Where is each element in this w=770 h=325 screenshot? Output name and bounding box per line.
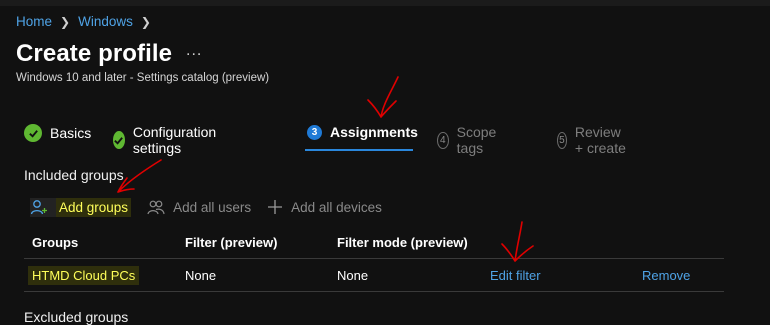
page-subtitle: Windows 10 and later - Settings catalog …	[16, 72, 270, 84]
step-configuration-settings[interactable]: Configuration settings	[113, 124, 222, 156]
group-name: HTMD Cloud PCs	[28, 266, 140, 285]
annotation-arrow-assignments	[367, 76, 399, 118]
checkmark-icon	[113, 131, 125, 149]
step-number: 5	[557, 131, 567, 149]
filter-cell: None	[185, 268, 217, 283]
plus-icon	[267, 199, 283, 215]
column-header-filter-mode: Filter mode (preview)	[337, 235, 468, 250]
users-icon	[147, 199, 165, 215]
column-header-groups: Groups	[32, 235, 79, 250]
add-groups-label: Add groups	[56, 197, 132, 217]
group-name-cell: HTMD Cloud PCs	[28, 266, 140, 285]
annotation-arrow-add-groups	[117, 159, 162, 193]
checkmark-icon	[24, 124, 42, 142]
column-header-filter: Filter (preview)	[185, 235, 278, 250]
excluded-groups-heading: Excluded groups	[24, 309, 129, 325]
included-groups-heading: Included groups	[24, 167, 124, 183]
page-title: Create profile	[16, 40, 173, 67]
remove-link[interactable]: Remove	[642, 268, 690, 283]
active-step-indicator	[305, 149, 413, 151]
included-actions: Add groups Add all users Add all devices	[30, 196, 398, 218]
step-label: Basics	[50, 125, 92, 141]
add-groups-button[interactable]: Add groups	[30, 197, 132, 217]
add-all-users-label: Add all users	[173, 199, 252, 215]
step-number: 4	[437, 131, 449, 149]
step-basics[interactable]: Basics	[24, 124, 91, 142]
edit-filter-link[interactable]: Edit filter	[490, 268, 541, 283]
add-person-icon	[30, 199, 48, 215]
more-icon[interactable]: ...	[186, 42, 202, 60]
chevron-right-icon: ❯	[140, 14, 151, 29]
table-header-row: Groups Filter (preview) Filter mode (pre…	[24, 226, 724, 259]
breadcrumb: Home ❯ Windows ❯	[16, 14, 159, 29]
filter-mode-cell: None	[337, 268, 369, 283]
step-label: Assignments	[330, 124, 418, 140]
add-all-users-button[interactable]: Add all users	[147, 199, 251, 215]
step-review-create[interactable]: 5 Review + create	[557, 124, 628, 156]
step-assignments[interactable]: 3 Assignments	[307, 124, 418, 140]
step-label: Configuration settings	[132, 124, 217, 156]
breadcrumb-home[interactable]: Home	[16, 14, 52, 29]
step-label: Review + create	[574, 124, 626, 156]
step-scope-tags[interactable]: 4 Scope tags	[437, 124, 502, 156]
step-label: Scope tags	[456, 124, 497, 156]
chevron-right-icon: ❯	[60, 14, 71, 29]
breadcrumb-windows[interactable]: Windows	[78, 14, 133, 29]
add-all-devices-label: Add all devices	[291, 199, 382, 215]
step-number: 3	[307, 124, 322, 140]
add-all-devices-button[interactable]: Add all devices	[267, 199, 382, 215]
table-row: HTMD Cloud PCs None None Edit filter Rem…	[24, 259, 724, 292]
top-bar	[0, 0, 770, 6]
